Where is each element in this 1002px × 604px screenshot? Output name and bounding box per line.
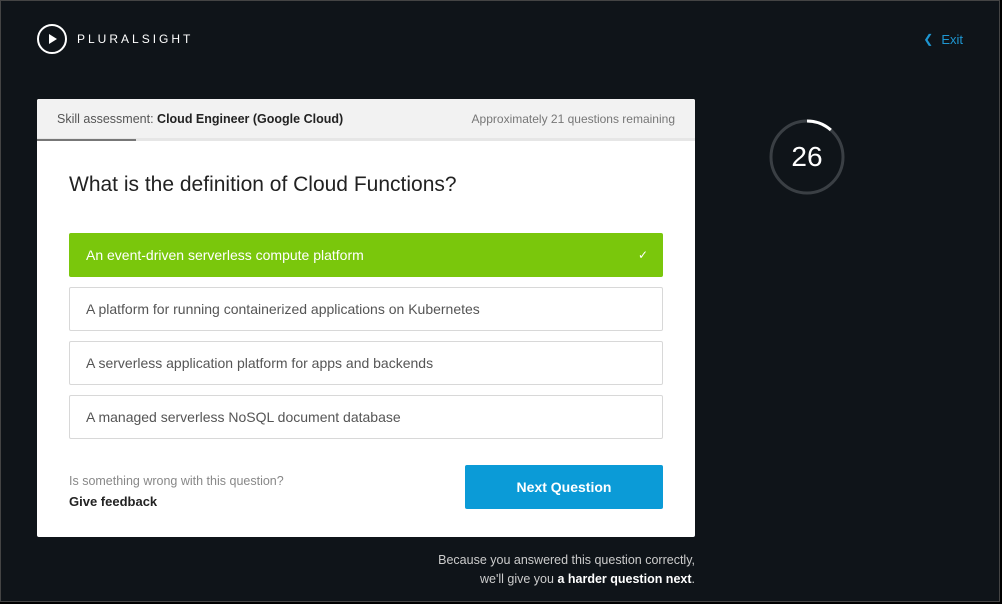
brand-name: PLURALSIGHT	[77, 32, 193, 46]
answer-option-label: A platform for running containerized app…	[86, 301, 480, 317]
give-feedback-link[interactable]: Give feedback	[69, 494, 284, 509]
topbar: PLURALSIGHT ❮ Exit	[1, 1, 999, 77]
result-note: Because you answered this question corre…	[37, 551, 695, 589]
answer-option[interactable]: A serverless application platform for ap…	[69, 341, 663, 385]
pluralsight-logo-icon	[37, 24, 67, 54]
answer-option-label: A serverless application platform for ap…	[86, 355, 433, 371]
feedback-prompt: Is something wrong with this question?	[69, 474, 284, 488]
answer-option[interactable]: A managed serverless NoSQL document data…	[69, 395, 663, 439]
exit-link[interactable]: ❮ Exit	[923, 32, 963, 47]
card-header: Skill assessment: Cloud Engineer (Google…	[37, 99, 695, 139]
timer: 26	[767, 117, 847, 197]
brand: PLURALSIGHT	[37, 24, 193, 54]
progress-fill	[37, 139, 136, 141]
result-note-line1: Because you answered this question corre…	[37, 551, 695, 570]
answer-option[interactable]: An event-driven serverless compute platf…	[69, 233, 663, 277]
exit-label: Exit	[941, 32, 963, 47]
title-name: Cloud Engineer (Google Cloud)	[157, 112, 343, 126]
question-text: What is the definition of Cloud Function…	[69, 173, 663, 197]
chevron-left-icon: ❮	[923, 32, 933, 46]
timer-seconds: 26	[767, 117, 847, 197]
assessment-title: Skill assessment: Cloud Engineer (Google…	[57, 112, 343, 126]
question-card: Skill assessment: Cloud Engineer (Google…	[37, 99, 695, 537]
title-prefix: Skill assessment:	[57, 112, 154, 126]
result-note-line2: we'll give you a harder question next.	[37, 570, 695, 589]
answer-option[interactable]: A platform for running containerized app…	[69, 287, 663, 331]
questions-remaining: Approximately 21 questions remaining	[472, 112, 675, 126]
answer-option-label: A managed serverless NoSQL document data…	[86, 409, 401, 425]
answer-option-label: An event-driven serverless compute platf…	[86, 247, 364, 263]
feedback-block: Is something wrong with this question? G…	[69, 474, 284, 509]
progress-bar	[37, 139, 695, 141]
next-question-button[interactable]: Next Question	[465, 465, 663, 509]
